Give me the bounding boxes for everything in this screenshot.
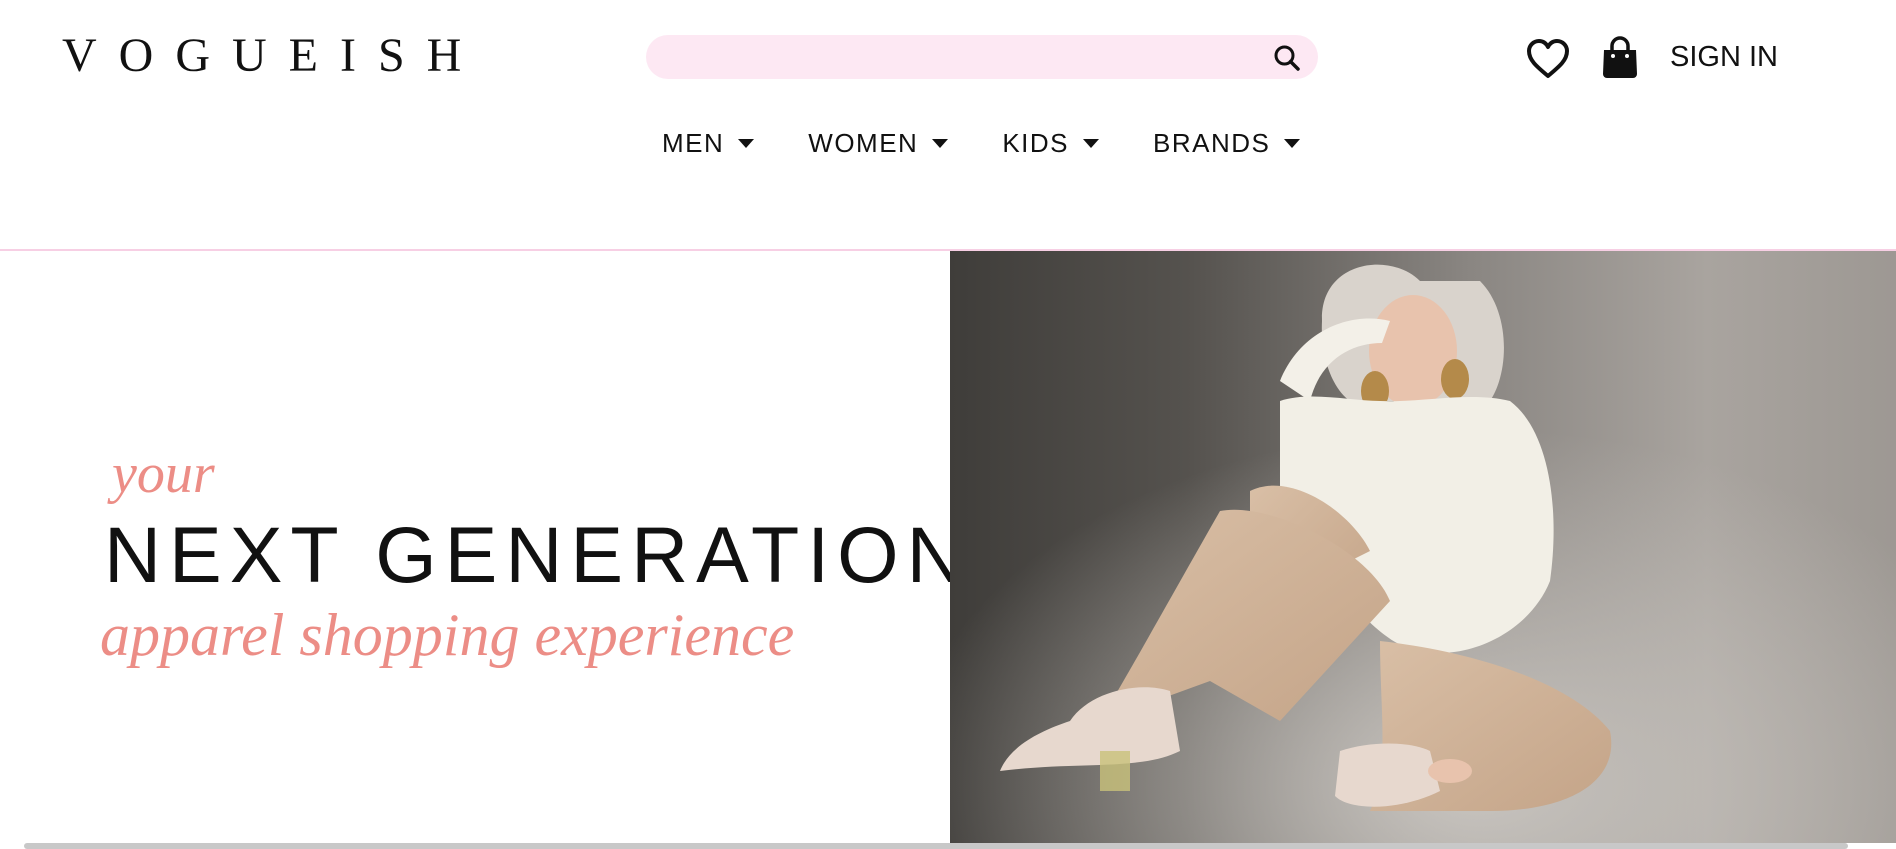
model-illustration: [950, 251, 1896, 843]
caret-down-icon: [932, 138, 949, 148]
nav-item-label: WOMEN: [808, 128, 919, 158]
nav-item-kids[interactable]: KIDS: [1002, 126, 1100, 160]
nav-item-label: KIDS: [1002, 128, 1070, 158]
caret-down-icon: [1083, 138, 1100, 148]
hero-image: [950, 251, 1896, 843]
nav-item-women[interactable]: WOMEN: [808, 126, 949, 160]
hero-tagline-bottom: apparel shopping experience: [100, 602, 795, 668]
caret-down-icon: [1284, 138, 1301, 148]
horizontal-scrollbar[interactable]: [24, 843, 1848, 849]
search-icon[interactable]: [1272, 43, 1302, 73]
shopping-bag-icon[interactable]: [1600, 36, 1640, 80]
hero-tagline-top: your: [112, 443, 215, 505]
nav-item-label: MEN: [662, 128, 725, 158]
search-input[interactable]: [668, 35, 1252, 81]
hero-headline: NEXT GENERATION: [104, 510, 972, 599]
brand-logo[interactable]: VOGUEISH: [62, 28, 483, 84]
heart-icon[interactable]: [1526, 38, 1570, 80]
sign-in-link[interactable]: SIGN IN: [1670, 40, 1778, 74]
nav-item-men[interactable]: MEN: [662, 126, 755, 160]
search-bar: [646, 35, 1318, 81]
caret-down-icon: [738, 138, 755, 148]
nav-item-label: BRANDS: [1153, 128, 1271, 158]
page: VOGUEISH SIGN IN MEN WOMEN KIDS BRANDS y…: [0, 0, 1896, 849]
nav-item-brands[interactable]: BRANDS: [1153, 126, 1301, 160]
main-nav: MEN WOMEN KIDS BRANDS: [662, 126, 1301, 160]
